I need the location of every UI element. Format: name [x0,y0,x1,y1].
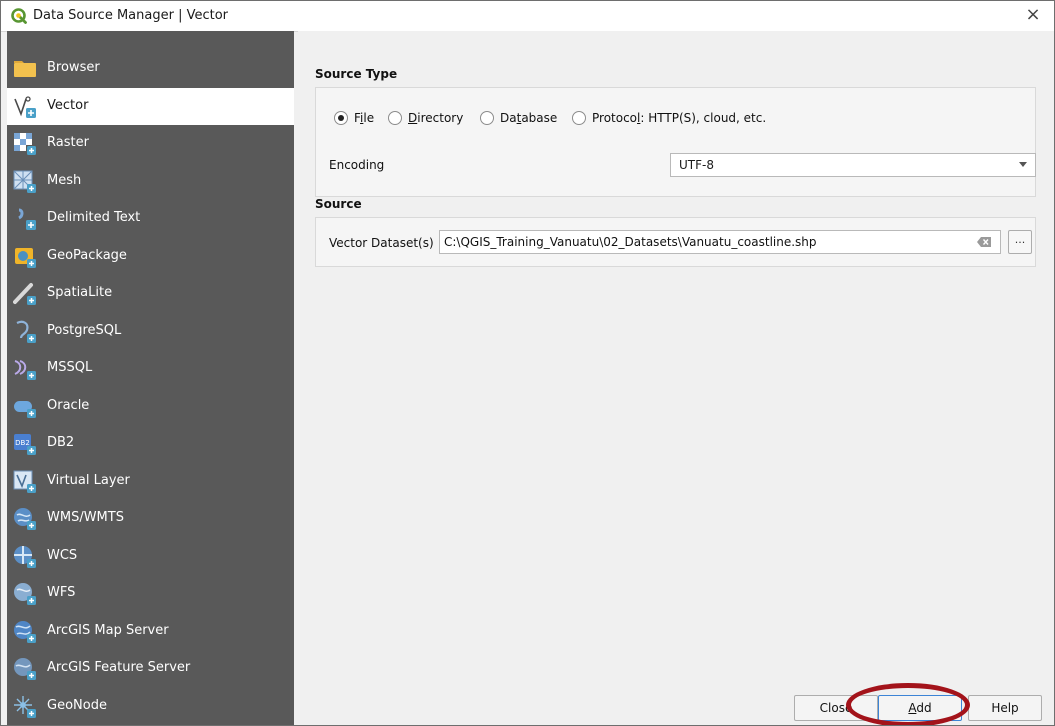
sidebar-item-label: WFS [47,585,76,600]
sidebar-item-raster[interactable]: Raster [7,125,294,162]
sidebar-item-label: PostgreSQL [47,322,122,338]
wcs-icon [14,545,36,568]
virtual-layer-icon [13,470,36,493]
sidebar-item-wfs[interactable]: WFS [7,575,294,612]
add-button[interactable]: Add [878,695,962,721]
sidebar-item-arcgis-map-server[interactable]: ArcGIS Map Server [7,613,294,650]
close-window-icon[interactable]: × [1022,4,1044,26]
arcgis-feature-icon [14,658,36,680]
sidebar-item-mssql[interactable]: MSSQL [7,350,294,387]
sidebar-item-oracle[interactable]: Oracle [7,388,294,425]
sidebar-item-label: Raster [47,135,89,150]
wms-icon [14,508,36,530]
encoding-label: Encoding [329,158,385,172]
sidebar-item-geonode[interactable]: GeoNode [7,688,294,725]
source-type-group: File Directory Database Protocol: HTTP(S… [315,87,1036,197]
sidebar-item-browser[interactable]: Browser [7,50,294,87]
radio-directory[interactable] [388,111,402,125]
sidebar-item-label: WMS/WMTS [47,510,124,525]
sidebar-item-wcs[interactable]: WCS [7,538,294,575]
wfs-icon [14,583,36,605]
close-button[interactable]: Close [794,695,878,721]
sidebar-item-geopackage[interactable]: GeoPackage [7,238,294,275]
geonode-icon [14,695,36,718]
source-title: Source [315,197,362,211]
radio-protocol-label[interactable]: Protocol: HTTP(S), cloud, etc. [592,111,766,125]
source-group: Vector Dataset(s) ... [315,217,1036,267]
geopackage-icon [15,247,36,268]
spatialite-icon [13,283,36,305]
sidebar-item-label: Vector [47,97,89,113]
chevron-down-icon [1019,162,1027,167]
window-title: Data Source Manager | Vector [33,8,229,23]
sidebar-item-label: SpatiaLite [47,285,113,300]
sidebar-item-label: GeoNode [47,697,107,713]
sidebar-item-delimited-text[interactable]: Delimited Text [7,200,294,237]
radio-database-label[interactable]: Database [500,111,557,125]
sidebar-item-label: Virtual Layer [47,472,130,488]
sidebar-item-postgresql[interactable]: PostgreSQL [7,313,294,350]
main-panel: Source Type File Directory Database Prot… [298,31,1054,725]
postgresql-icon [16,320,36,343]
sidebar-item-db2[interactable]: DB2 DB2 [7,425,294,462]
sidebar-item-label: ArcGIS Map Server [47,622,169,638]
sidebar-item-virtual-layer[interactable]: Virtual Layer [7,463,294,500]
radio-file-label[interactable]: File [354,111,374,125]
sidebar-item-label: GeoPackage [47,247,127,263]
title-bar: Data Source Manager | Vector × [1,1,1054,32]
qgis-logo-icon [11,8,27,24]
oracle-icon [14,400,36,418]
browse-button[interactable]: ... [1008,230,1032,254]
data-source-manager-window: Data Source Manager | Vector × Browser Ve… [0,0,1055,726]
provider-sidebar: Browser Vector Raster Mesh Delimited Text Geo… [7,49,294,725]
sidebar-item-label: Delimited Text [47,210,141,225]
radio-directory-label[interactable]: Directory [408,111,463,125]
encoding-value: UTF-8 [679,158,714,172]
sidebar-item-spatialite[interactable]: SpatiaLite [7,275,294,312]
sidebar-item-mesh[interactable]: Mesh [7,163,294,200]
sidebar-item-label: ArcGIS Feature Server [47,660,191,675]
radio-database[interactable] [480,111,494,125]
vector-icon [14,95,36,118]
sidebar-item-label: MSSQL [47,360,93,375]
sidebar-item-arcgis-feature-server[interactable]: ArcGIS Feature Server [7,650,294,687]
mesh-icon [13,170,36,193]
sidebar-item-label: DB2 [47,435,75,450]
delimited-text-icon [18,208,36,230]
sidebar-item-label: Oracle [47,397,90,413]
sidebar-item-label: WCS [47,547,78,563]
svg-text:DB2: DB2 [15,439,30,447]
radio-protocol[interactable] [572,111,586,125]
sidebar-item-label: Browser [47,60,100,75]
source-type-title: Source Type [315,67,398,81]
sidebar-item-label: Mesh [47,172,82,188]
sidebar-top-strip [7,31,294,49]
raster-icon [14,133,36,155]
help-button[interactable]: Help [968,695,1042,721]
folder-icon [14,61,36,77]
sidebar-item-wms-wmts[interactable]: WMS/WMTS [7,500,294,537]
encoding-select[interactable]: UTF-8 [670,153,1036,177]
sidebar-item-vector[interactable]: Vector [7,87,294,125]
clear-text-icon[interactable] [977,237,991,247]
mssql-icon [14,360,36,380]
radio-file[interactable] [334,111,348,125]
db2-icon: DB2 [14,434,36,455]
vector-dataset-label: Vector Dataset(s) [329,236,434,250]
arcgis-map-icon [14,620,36,643]
vector-dataset-input[interactable] [439,230,1001,254]
